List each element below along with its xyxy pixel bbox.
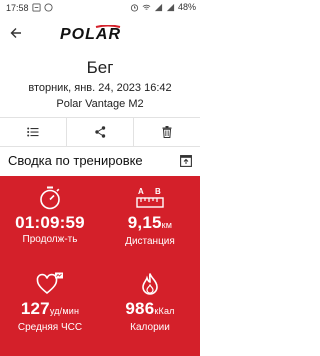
share-icon [94, 126, 105, 138]
workout-device: Polar Vantage M2 [56, 98, 144, 110]
duration-stat: 01:09:59 Продолж-ть [0, 184, 100, 245]
workout-title: Бег [86, 58, 114, 77]
calories-value: 986 [125, 299, 155, 318]
svg-text:A: A [138, 187, 144, 196]
battery-percent: 48% [177, 2, 196, 12]
polar-logo: POLAR [60, 24, 142, 43]
distance-value: 9,15 [127, 213, 162, 232]
distance-stat: A B 9,15км Дистанция [100, 184, 200, 247]
heart-rate-value: 127 [20, 299, 50, 318]
heart-rate-value-wrap: 127уд/мин [0, 299, 100, 321]
flame-icon [142, 273, 158, 295]
duration-label: Продолж-ть [22, 234, 78, 245]
list-button[interactable] [0, 118, 67, 146]
arrow-left-icon [10, 28, 21, 38]
heart-rate-label: Средняя ЧСС [17, 322, 83, 333]
summary-panel: 01:09:59 Продолж-ть A B 9,15км Дистанция… [0, 176, 200, 356]
distance-value-wrap: 9,15км [100, 213, 200, 235]
notification-icons [32, 3, 53, 12]
svg-text:B: B [155, 187, 161, 196]
distance-unit: км [161, 220, 173, 230]
expand-icon [180, 155, 192, 167]
expand-summary-button[interactable] [180, 154, 192, 167]
workout-datetime: вторник, янв. 24, 2023 16:42 [28, 82, 172, 94]
duration-value: 01:09:59 [15, 213, 85, 232]
calories-stat: 986кКал Калории [100, 270, 200, 333]
notification-icon [32, 3, 41, 12]
calories-unit: кКал [154, 306, 175, 316]
summary-title: Сводка по тренировке [8, 153, 143, 168]
signal-icon-2 [166, 3, 175, 11]
back-button[interactable] [6, 23, 26, 43]
distance-label: Дистанция [125, 236, 175, 247]
delete-button[interactable] [134, 118, 200, 146]
calories-value-wrap: 986кКал [100, 299, 200, 321]
calories-label: Калории [130, 322, 170, 333]
heart-rate-unit: уд/мин [49, 306, 80, 316]
workout-header: Бег вторник, янв. 24, 2023 16:42 Polar V… [0, 58, 200, 111]
heart-icon [36, 272, 63, 295]
status-bar: 17:58 48% [0, 0, 200, 16]
heart-rate-stat: 127уд/мин Средняя ЧСС [0, 270, 100, 333]
stopwatch-icon [40, 186, 60, 210]
alarm-icon [130, 3, 139, 12]
list-icon [27, 127, 39, 137]
distance-icon: A B [136, 187, 164, 208]
brand-text: POLAR [60, 26, 121, 43]
share-button[interactable] [67, 118, 134, 146]
status-time: 17:58 [6, 3, 29, 13]
trash-icon [162, 126, 172, 138]
app-notification-icon [44, 3, 53, 12]
action-bar [0, 117, 200, 147]
app-bar: POLAR [0, 16, 200, 50]
signal-icon [154, 3, 163, 11]
wifi-icon [142, 4, 151, 10]
